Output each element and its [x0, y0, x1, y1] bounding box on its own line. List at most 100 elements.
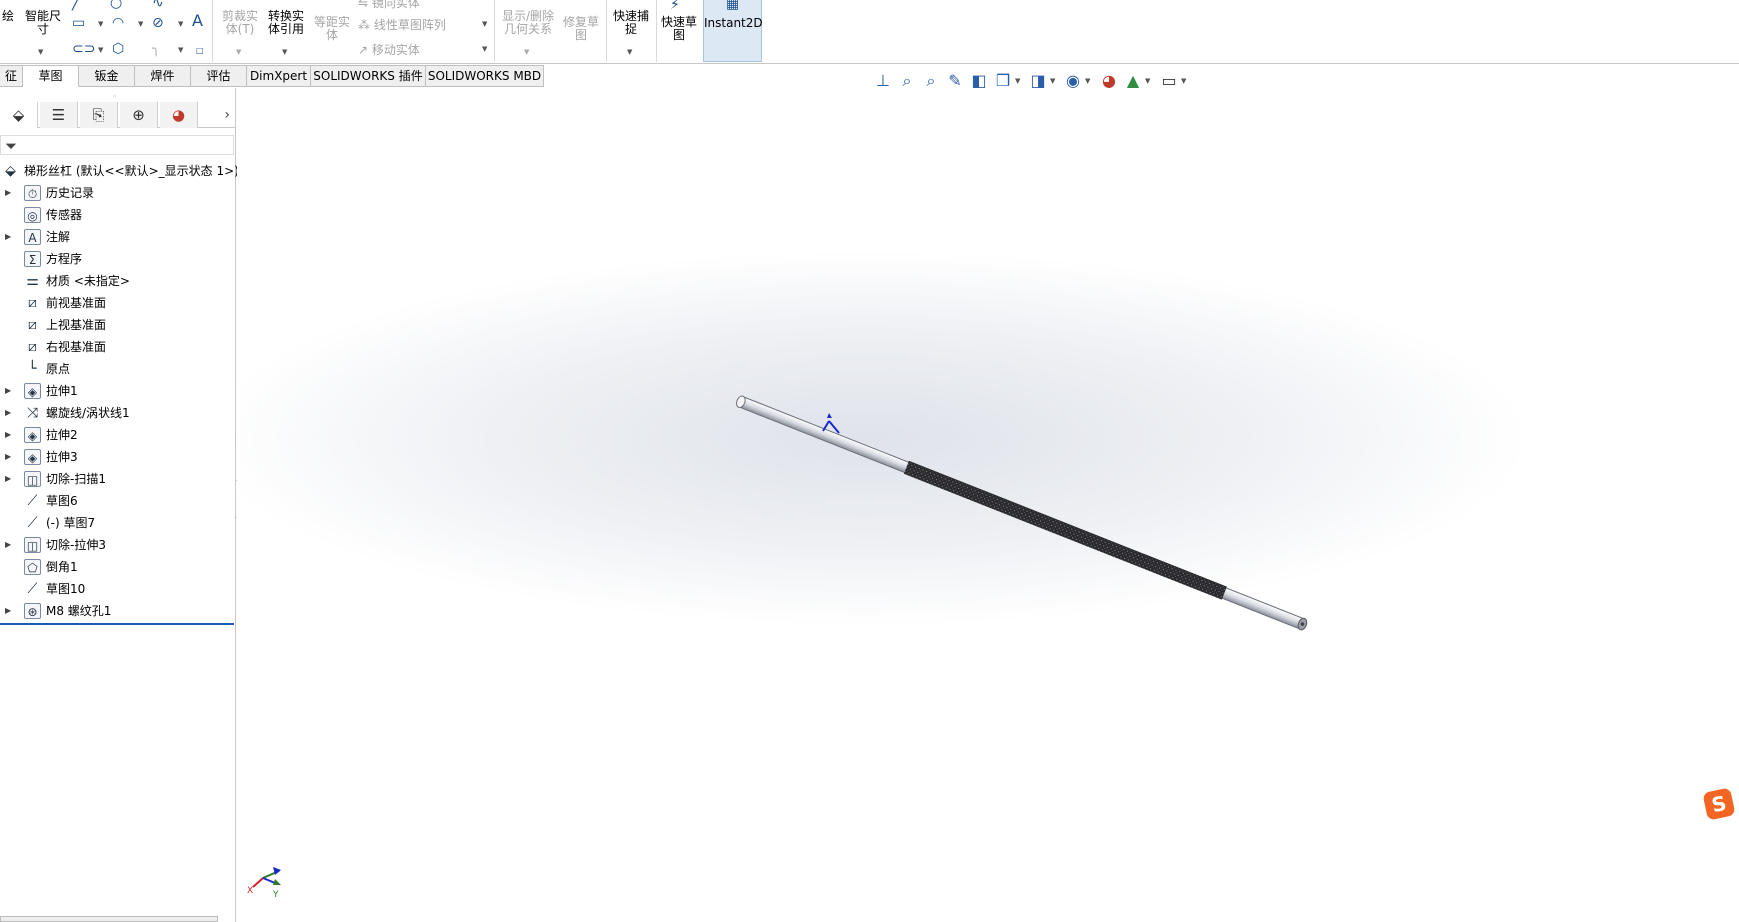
smart-dimension-dropdown-icon[interactable]: ▼ — [38, 48, 43, 56]
tree-item[interactable]: ▶ ⏱ 历史记录 — [0, 182, 236, 204]
tree-item[interactable]: ▶ A 注解 — [0, 226, 236, 248]
panel-horizontal-scrollbar[interactable] — [0, 916, 218, 922]
quick-snaps-button[interactable]: 快速捕捉 — [610, 10, 652, 36]
tree-item[interactable]: ⬠ 倒角1 — [0, 556, 236, 578]
tree-item[interactable]: ▶ ◈ 拉伸2 — [0, 424, 236, 446]
tree-item[interactable]: ▶ ◈ 拉伸1 — [0, 380, 236, 402]
expand-arrow-icon[interactable]: ▶ — [5, 534, 11, 556]
convert-entities-button[interactable]: 转换实体引用 — [264, 10, 308, 36]
graphics-viewport[interactable]: X Y S — [237, 88, 1739, 922]
tab-evaluate[interactable]: 评估 — [191, 65, 247, 87]
lead-screw-model[interactable] — [735, 394, 1309, 632]
tree-item[interactable]: ▶ ⤨ 螺旋线/涡状线1 — [0, 402, 236, 424]
offset-entities-button[interactable]: 等距实体 — [312, 16, 352, 42]
tree-item[interactable]: ⟋ (-) 草图7 — [0, 512, 236, 534]
ellipse-dropdown-icon[interactable]: ▼ — [178, 20, 183, 28]
ribbon-separator — [494, 0, 495, 62]
tree-item[interactable]: ◎ 传感器 — [0, 204, 236, 226]
relations-dropdown-icon[interactable]: ▼ — [524, 48, 529, 56]
move-entities-button[interactable]: ↗ 移动实体 — [358, 41, 420, 58]
display-manager-tab[interactable]: ◕ — [160, 102, 198, 128]
sketch-icon: ⟋ — [27, 515, 38, 531]
tree-item[interactable]: ▶ ◫ 切除-扫描1 — [0, 468, 236, 490]
more-tabs-chevron-icon[interactable]: › — [224, 102, 230, 128]
tree-item-label: 原点 — [46, 362, 71, 376]
move-dropdown-icon[interactable]: ▼ — [482, 45, 487, 53]
dimxpert-manager-tab[interactable]: ⊕ — [120, 102, 158, 128]
expand-arrow-icon[interactable]: ▶ — [5, 402, 11, 424]
spline-icon[interactable]: ∿ — [152, 0, 164, 10]
expand-arrow-icon[interactable]: ▶ — [5, 424, 11, 446]
tree-item[interactable]: ⧄ 右视基准面 — [0, 336, 236, 358]
rollback-bar[interactable] — [0, 623, 234, 625]
sogou-ime-icon[interactable]: S — [1702, 787, 1736, 821]
linear-sketch-pattern-button[interactable]: ⁂ 线性草图阵列 — [358, 16, 446, 33]
linear-pattern-dropdown-icon[interactable]: ▼ — [482, 20, 487, 28]
tree-filter-field[interactable]: ⏷ — [0, 135, 234, 155]
slot-icon[interactable]: ⊂⊃ — [72, 42, 95, 56]
ribbon-separator — [212, 0, 213, 62]
rectangle-dropdown-icon[interactable]: ▼ — [98, 20, 103, 28]
tab-solidworks-mbd[interactable]: SOLIDWORKS MBD — [426, 65, 544, 87]
expand-arrow-icon[interactable]: ▶ — [5, 182, 11, 204]
configuration-manager-tab[interactable]: ⎘ — [80, 102, 118, 128]
text-icon[interactable]: A — [192, 13, 203, 29]
tree-item[interactable]: ⚌ 材质 <未指定> — [0, 270, 236, 292]
ellipse-icon[interactable]: ⊘ — [152, 16, 164, 30]
point-icon[interactable]: □ — [196, 44, 204, 58]
tree-root-part[interactable]: ⬙ 梯形丝杠 (默认<<默认>_显示状态 1>) — [0, 160, 239, 182]
expand-arrow-icon[interactable]: ▶ — [5, 468, 11, 490]
tab-sheet-metal[interactable]: 钣金 — [79, 65, 135, 87]
slot-dropdown-icon[interactable]: ▼ — [98, 46, 103, 54]
feature-manager-tab[interactable]: ⬙ — [0, 102, 38, 128]
tree-item-label: 草图10 — [46, 582, 86, 596]
tab-weldments[interactable]: 焊件 — [135, 65, 191, 87]
trim-dropdown-icon[interactable]: ▼ — [236, 48, 241, 56]
rectangle-icon[interactable]: ▭ — [72, 16, 85, 30]
tree-item[interactable]: ⟋ 草图10 — [0, 578, 236, 600]
instant2d-button[interactable]: ▦ Instant2D — [703, 0, 763, 62]
expand-arrow-icon[interactable]: ▶ — [5, 600, 11, 622]
cut-extrude-icon: ◫ — [24, 537, 41, 553]
tree-item[interactable]: ▶ ◫ 切除-拉伸3 — [0, 534, 236, 556]
convert-dropdown-icon[interactable]: ▼ — [282, 48, 287, 56]
repair-sketch-button[interactable]: 修复草图 — [560, 16, 602, 42]
trim-entities-button[interactable]: 剪裁实体(T) — [218, 10, 262, 36]
arc-dropdown-icon[interactable]: ▼ — [138, 20, 143, 28]
property-manager-tab[interactable]: ☰ — [40, 102, 78, 128]
expand-arrow-icon[interactable]: ▶ — [5, 446, 11, 468]
rapid-sketch-button[interactable]: 快速草图 — [658, 16, 700, 42]
tree-item-label: 拉伸3 — [46, 450, 78, 464]
arc-icon[interactable]: ◠ — [112, 16, 124, 30]
configuration-manager-icon: ⎘ — [92, 106, 105, 124]
tree-item[interactable]: ⧄ 前视基准面 — [0, 292, 236, 314]
tree-item[interactable]: ⟋ 草图6 — [0, 490, 236, 512]
ribbon-sketch-edge[interactable]: 绘 — [0, 10, 16, 23]
tab-features[interactable]: 征 — [0, 65, 23, 87]
linear-pattern-label: 线性草图阵列 — [373, 18, 446, 32]
line-icon[interactable]: ╱ — [72, 0, 80, 10]
mirror-entities-button[interactable]: ⇋ 镜向实体 — [358, 0, 420, 11]
tree-item[interactable]: ▶ ⊛ M8 螺纹孔1 — [0, 600, 236, 622]
tab-solidworks-addins[interactable]: SOLIDWORKS 插件 — [311, 65, 426, 87]
equation-icon: Σ — [24, 251, 41, 267]
polygon-icon[interactable]: ⬡ — [112, 42, 124, 56]
model-render: X Y — [247, 394, 1309, 900]
fillet-dropdown-icon[interactable]: ▼ — [178, 46, 183, 54]
fillet-icon[interactable]: ╮ — [152, 42, 160, 56]
circle-icon[interactable]: ○ — [110, 0, 122, 10]
smart-dimension-button[interactable]: 智能尺寸 — [22, 10, 64, 36]
tree-item[interactable]: └ 原点 — [0, 358, 236, 380]
expand-arrow-icon[interactable]: ▶ — [5, 226, 11, 248]
move-icon: ↗ — [358, 43, 372, 57]
tree-item-label: 拉伸2 — [46, 428, 78, 442]
tab-dimxpert[interactable]: DimXpert — [247, 65, 311, 87]
display-delete-relations-button[interactable]: 显示/删除几何关系 — [498, 10, 558, 36]
tab-sketch[interactable]: 草图 — [23, 65, 79, 87]
tree-item[interactable]: Σ 方程序 — [0, 248, 236, 270]
quick-snaps-dropdown-icon[interactable]: ▼ — [627, 48, 632, 56]
tree-item[interactable]: ⧄ 上视基准面 — [0, 314, 236, 336]
panel-grip-icon[interactable]: ◦ — [112, 92, 117, 101]
tree-item[interactable]: ▶ ◈ 拉伸3 — [0, 446, 236, 468]
expand-arrow-icon[interactable]: ▶ — [5, 380, 11, 402]
